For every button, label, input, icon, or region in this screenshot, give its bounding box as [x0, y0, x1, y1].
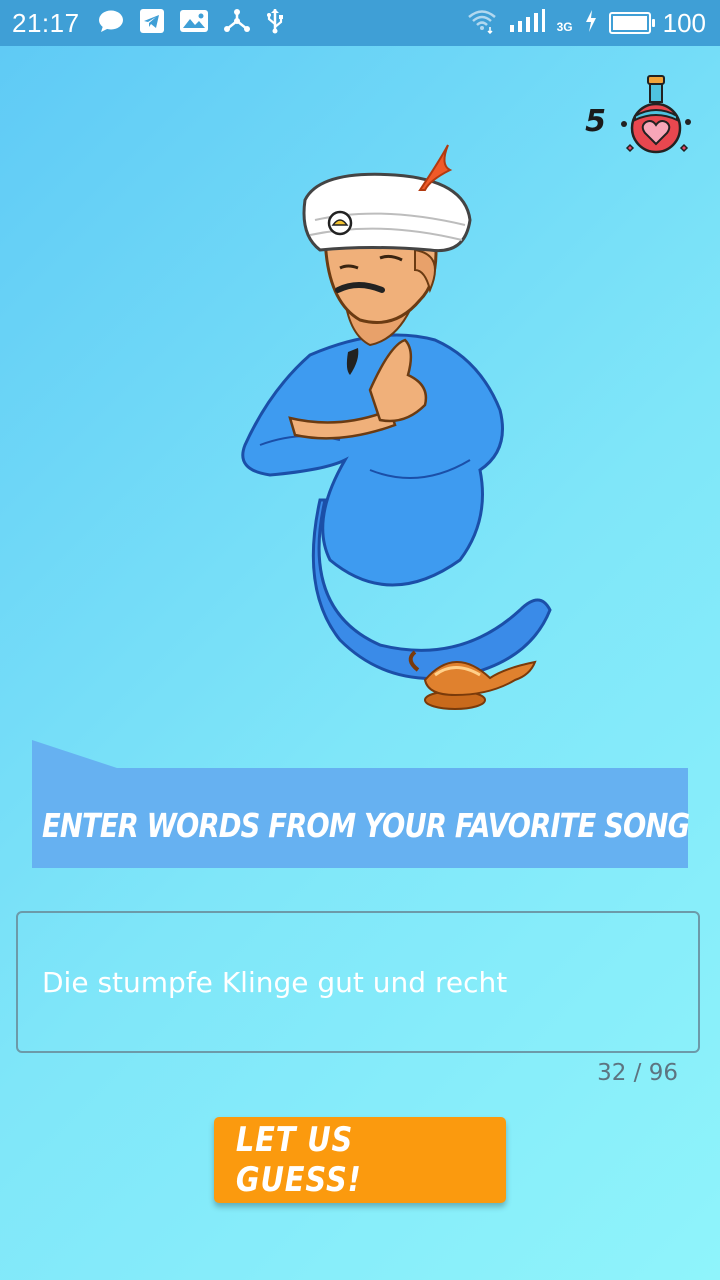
- status-bar: 21:17 3G 100: [0, 0, 720, 46]
- usb-icon: [266, 8, 284, 39]
- image-message-icon: [179, 9, 208, 37]
- character-counter: 32 / 96: [597, 1060, 678, 1086]
- telegram-icon: [139, 8, 164, 38]
- charging-icon: [585, 9, 597, 37]
- signal-icon: [509, 8, 545, 38]
- system-icons: 3G 100: [467, 8, 706, 39]
- battery-icon: [608, 12, 655, 34]
- song-lyrics-input[interactable]: [40, 959, 664, 1005]
- notification-icons: [98, 8, 284, 39]
- share-icon: [223, 8, 250, 38]
- status-time: 21:17: [12, 7, 80, 38]
- instruction-banner: ENTER WORDS FROM YOUR FAVORITE SONG: [32, 740, 690, 868]
- akinator-genie-illustration: [241, 144, 552, 710]
- chat-bubble-icon: [98, 9, 124, 38]
- lives-count: 5: [585, 103, 606, 139]
- guess-button-label: LET US GUESS!: [235, 1120, 362, 1200]
- potion-heart-icon[interactable]: [618, 74, 694, 168]
- let-us-guess-button[interactable]: LET US GUESS!: [214, 1117, 506, 1203]
- wifi-icon: [467, 8, 497, 39]
- battery-percent: 100: [662, 7, 706, 38]
- song-lyrics-field[interactable]: [16, 911, 700, 1053]
- banner-shape: [32, 740, 688, 868]
- network-type: 3G: [556, 20, 573, 34]
- instruction-text: ENTER WORDS FROM YOUR FAVORITE SONG: [42, 806, 690, 845]
- lives-indicator[interactable]: 5: [585, 74, 694, 168]
